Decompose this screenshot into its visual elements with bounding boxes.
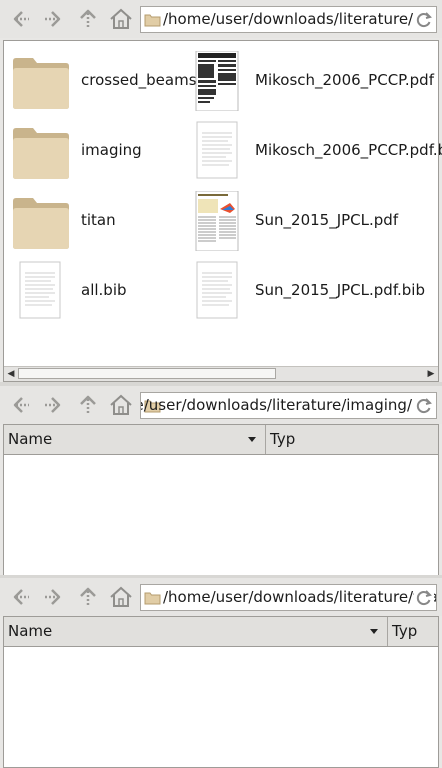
item-label: Sun_2015_JPCL.pdf <box>255 211 399 229</box>
up-arrow-icon[interactable] <box>74 5 102 33</box>
folder-icon <box>13 128 69 179</box>
address-bar[interactable]: /home/user/downloads/literature/ <box>140 6 437 33</box>
column-type-header[interactable]: Typ <box>388 617 438 646</box>
item-label: crossed_beams <box>81 71 197 89</box>
scroll-left-arrow-icon[interactable]: ◀ <box>4 367 18 381</box>
forward-arrow-icon[interactable] <box>40 391 68 419</box>
column-header: Name Typ <box>4 425 438 455</box>
sort-down-icon <box>370 629 378 634</box>
address-bar[interactable]: /home/user/downloads/literature/imaging/ <box>140 392 437 419</box>
file-browser-pane-1: /home/user/downloads/literature/ crossed… <box>0 0 442 384</box>
up-arrow-icon[interactable] <box>74 391 102 419</box>
folder-icon <box>13 198 69 249</box>
column-label: Typ <box>392 622 418 640</box>
item-label: Mikosch_2006_PCCP.pdf <box>255 71 434 89</box>
folder-icon <box>144 14 161 27</box>
list-view: Name Typ <box>3 616 439 768</box>
column-label: Name <box>8 430 53 448</box>
text-file-icon <box>196 121 238 179</box>
scrollbar-thumb[interactable] <box>18 368 276 379</box>
scroll-right-arrow-icon[interactable]: ▶ <box>424 367 438 381</box>
file-browser-pane-3: /home/user/downloads/literature/titan/ N… <box>0 578 442 768</box>
up-arrow-icon[interactable] <box>74 583 102 611</box>
reload-icon[interactable] <box>414 588 434 608</box>
item-label: Mikosch_2006_PCCP.pdf.bib <box>255 141 442 159</box>
item-label: titan <box>81 211 116 229</box>
item-label: all.bib <box>81 281 127 299</box>
item-label: Sun_2015_JPCL.pdf.bib <box>255 281 425 299</box>
column-label: Typ <box>270 430 296 448</box>
text-file-icon <box>19 261 61 319</box>
reload-icon[interactable] <box>414 396 434 416</box>
column-name-header[interactable]: Name <box>4 425 266 454</box>
toolbar: /home/user/downloads/literature/imaging/ <box>0 386 442 424</box>
forward-arrow-icon[interactable] <box>40 583 68 611</box>
path-text: /home/user/downloads/literature/imaging/ <box>141 396 412 414</box>
back-arrow-icon[interactable] <box>6 5 34 33</box>
file-browser-pane-2: /home/user/downloads/literature/imaging/… <box>0 386 442 576</box>
reload-icon[interactable] <box>414 10 434 30</box>
list-view: Name Typ <box>3 424 439 576</box>
pdf-thumbnail-icon <box>195 51 239 111</box>
forward-arrow-icon[interactable] <box>40 5 68 33</box>
back-arrow-icon[interactable] <box>6 391 34 419</box>
item-label: imaging <box>81 141 142 159</box>
column-name-header[interactable]: Name <box>4 617 388 646</box>
column-type-header[interactable]: Typ <box>266 425 438 454</box>
horizontal-scrollbar[interactable]: ◀ ▶ <box>4 366 438 381</box>
path-text: /home/user/downloads/literature/titan/ <box>163 588 437 606</box>
sort-down-icon <box>248 437 256 442</box>
back-arrow-icon[interactable] <box>6 583 34 611</box>
pdf-thumbnail-icon <box>195 191 239 251</box>
icon-view: crossed_beams imaging titan all.bib Miko… <box>3 40 442 382</box>
toolbar: /home/user/downloads/literature/ <box>0 0 442 38</box>
text-file-icon <box>196 261 238 319</box>
column-label: Name <box>8 622 53 640</box>
toolbar: /home/user/downloads/literature/titan/ <box>0 578 442 616</box>
path-text: /home/user/downloads/literature/ <box>163 10 414 28</box>
home-icon[interactable] <box>107 583 135 611</box>
home-icon[interactable] <box>107 5 135 33</box>
folder-icon <box>144 592 161 605</box>
home-icon[interactable] <box>107 391 135 419</box>
folder-icon <box>13 58 69 109</box>
address-bar[interactable]: /home/user/downloads/literature/titan/ <box>140 584 437 611</box>
column-header: Name Typ <box>4 617 438 647</box>
